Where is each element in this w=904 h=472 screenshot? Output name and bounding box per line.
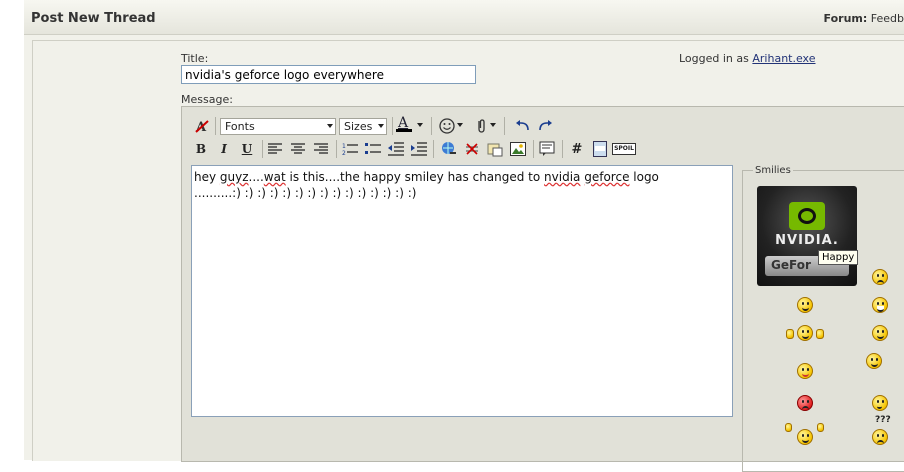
remove-format-icon[interactable]: A [193, 117, 211, 135]
chevron-down-icon [327, 124, 333, 128]
forum-label: Forum: [823, 12, 868, 25]
geforce-wordmark: GeFor [771, 258, 811, 272]
remove-link-icon[interactable] [463, 140, 481, 158]
ordered-list-icon[interactable]: 12 [341, 140, 359, 158]
quote-icon[interactable] [538, 140, 556, 158]
insert-image-icon[interactable] [509, 140, 527, 158]
big-grin-smiley-icon[interactable] [872, 297, 888, 313]
toolbar-separator [533, 140, 534, 158]
svg-text:A: A [397, 115, 409, 131]
toolbar-separator [562, 140, 563, 158]
message-line-1: hey guyz....wat is this....the happy smi… [194, 170, 659, 184]
tongue-smiley-icon[interactable] [797, 363, 813, 379]
redo-icon[interactable] [536, 117, 554, 135]
logged-in-prefix: Logged in as [679, 52, 749, 65]
align-right-icon[interactable] [312, 140, 330, 158]
grin-smiley-icon[interactable] [797, 297, 813, 313]
size-dropdown[interactable]: Sizes [339, 118, 387, 135]
confused-marks: ??? [875, 415, 891, 425]
title-label: Title: [181, 52, 209, 65]
message-textarea[interactable]: hey guyz....wat is this....the happy smi… [191, 165, 733, 417]
font-color-icon[interactable]: A [395, 115, 413, 133]
forum-name[interactable]: Feedb [871, 12, 904, 25]
smile-smiley-icon[interactable] [872, 325, 888, 341]
nvidia-wordmark: NVIDIA. [775, 233, 839, 248]
header-bar: Post New Thread Forum: Feedb [24, 0, 904, 35]
svg-text:2: 2 [342, 150, 346, 156]
italic-button[interactable]: I [215, 140, 233, 158]
code-button[interactable]: # [568, 140, 586, 158]
forum-breadcrumb: Forum: Feedb [824, 12, 904, 25]
toolbar-separator [336, 140, 337, 158]
toolbar-separator [504, 117, 505, 135]
raised-left-hand-icon [785, 423, 792, 432]
raised-right-hand-icon [817, 423, 824, 432]
unordered-list-icon[interactable] [364, 140, 382, 158]
attachment-dropdown-icon[interactable] [489, 117, 499, 135]
outdent-icon[interactable] [387, 140, 405, 158]
thumbs-up-smiley-icon[interactable] [797, 325, 813, 341]
logged-in-text: Logged in as Arihant.exe [679, 52, 816, 65]
insert-email-icon[interactable] [486, 140, 504, 158]
angry-smiley-icon[interactable] [797, 395, 813, 411]
smiley-dropdown-icon[interactable] [456, 117, 466, 135]
smiley-insert-icon[interactable] [438, 117, 456, 135]
username-link[interactable]: Arihant.exe [752, 52, 815, 65]
happy-tooltip: Happy [818, 250, 859, 265]
size-dropdown-label: Sizes [344, 120, 373, 133]
attachment-icon[interactable] [472, 117, 490, 135]
nvidia-eye-logo-icon [789, 202, 825, 230]
content-smiley-icon[interactable] [866, 353, 882, 369]
php-code-icon[interactable] [591, 140, 609, 158]
align-center-icon[interactable] [289, 140, 307, 158]
message-line-2: ..........:) :) :) :) :) :) :) :) :) :) … [194, 186, 417, 200]
font-dropdown-label: Fonts [225, 120, 255, 133]
toolbar-separator [431, 117, 432, 135]
left-thumb-icon [786, 329, 794, 339]
confused-smiley-icon[interactable] [872, 429, 888, 445]
left-gutter [0, 0, 25, 460]
font-color-dropdown-icon[interactable] [416, 117, 426, 135]
indent-icon[interactable] [410, 140, 428, 158]
editor-frame: A Fonts Sizes A B I U [181, 106, 904, 472]
toolbar-separator [392, 117, 393, 135]
svg-text:1: 1 [342, 143, 346, 150]
toolbar-separator [433, 140, 434, 158]
title-input[interactable]: nvidia's geforce logo everywhere [181, 65, 476, 84]
align-left-icon[interactable] [266, 140, 284, 158]
nvidia-geforce-logo-smiley[interactable]: NVIDIA. GeFor [757, 186, 857, 286]
editor-toolbar: A Fonts Sizes A B I U [182, 107, 742, 158]
page-title: Post New Thread [31, 11, 156, 26]
spoiler-label: SPOIL [612, 143, 636, 155]
insert-link-icon[interactable] [440, 140, 458, 158]
right-thumb-icon [816, 329, 824, 339]
font-dropdown[interactable]: Fonts [220, 118, 336, 135]
spoiler-button[interactable]: SPOIL [612, 140, 636, 158]
undo-icon[interactable] [514, 117, 532, 135]
worried-smiley-icon[interactable] [872, 269, 888, 285]
bold-button[interactable]: B [192, 140, 210, 158]
thinking-smiley-icon[interactable] [872, 395, 888, 411]
toolbar-separator [262, 140, 263, 158]
smilies-legend: Smilies [753, 165, 793, 176]
underline-button[interactable]: U [238, 140, 256, 158]
message-label: Message: [181, 93, 233, 106]
cheering-smiley-icon[interactable] [797, 429, 813, 445]
toolbar-separator [215, 117, 216, 135]
chevron-down-icon [378, 124, 384, 128]
